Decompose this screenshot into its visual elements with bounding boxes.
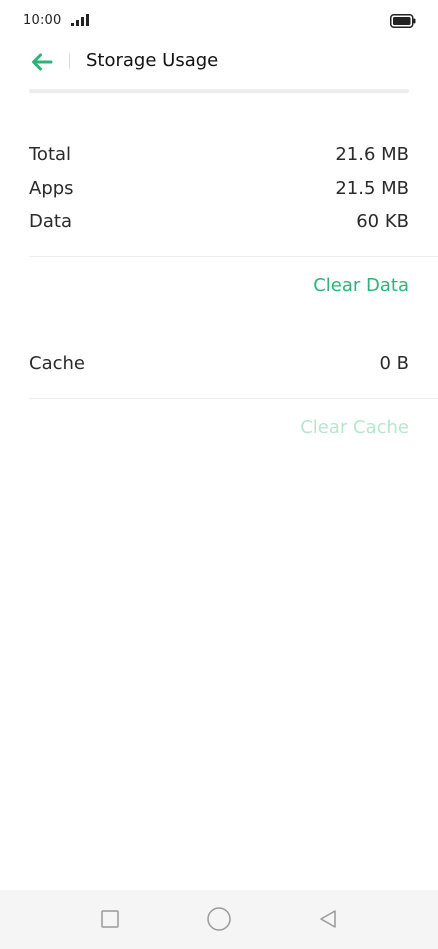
- storage-row-label: Data: [29, 211, 72, 232]
- battery-icon: [390, 14, 416, 28]
- back-arrow-icon: [32, 53, 53, 71]
- app-header: Storage Usage: [0, 40, 438, 84]
- storage-usage-bar: [29, 89, 409, 93]
- storage-row-label: Apps: [29, 178, 74, 199]
- page-title: Storage Usage: [86, 50, 219, 71]
- home-button[interactable]: [205, 905, 233, 933]
- cache-row: Cache 0 B: [29, 353, 409, 379]
- storage-row-value: 60 KB: [356, 211, 409, 232]
- header-divider: [69, 53, 70, 69]
- storage-row-apps: Apps 21.5 MB: [29, 178, 409, 204]
- screen: 10:00 Storage Usage Total 21.6 MB Apps 2…: [0, 0, 438, 949]
- back-nav-button[interactable]: [314, 905, 342, 933]
- section-divider: [29, 398, 438, 399]
- back-triangle-icon: [320, 910, 336, 928]
- storage-row-label: Total: [29, 144, 72, 165]
- cache-value: 0 B: [379, 353, 409, 374]
- clear-cache-button[interactable]: Clear Cache: [300, 417, 409, 438]
- back-button[interactable]: [28, 50, 56, 74]
- recents-button[interactable]: [96, 905, 124, 933]
- recents-square-icon: [101, 910, 119, 928]
- storage-row-total: Total 21.6 MB: [29, 144, 409, 170]
- section-divider: [29, 256, 438, 257]
- navigation-bar: [0, 890, 438, 949]
- storage-row-value: 21.6 MB: [335, 144, 409, 165]
- cache-label: Cache: [29, 353, 85, 374]
- home-circle-icon: [207, 907, 231, 931]
- status-bar: 10:00: [0, 0, 438, 40]
- clear-data-button[interactable]: Clear Data: [313, 275, 409, 296]
- status-time: 10:00: [23, 13, 62, 28]
- storage-row-data: Data 60 KB: [29, 211, 409, 237]
- storage-row-value: 21.5 MB: [335, 178, 409, 199]
- signal-icon: [71, 14, 89, 26]
